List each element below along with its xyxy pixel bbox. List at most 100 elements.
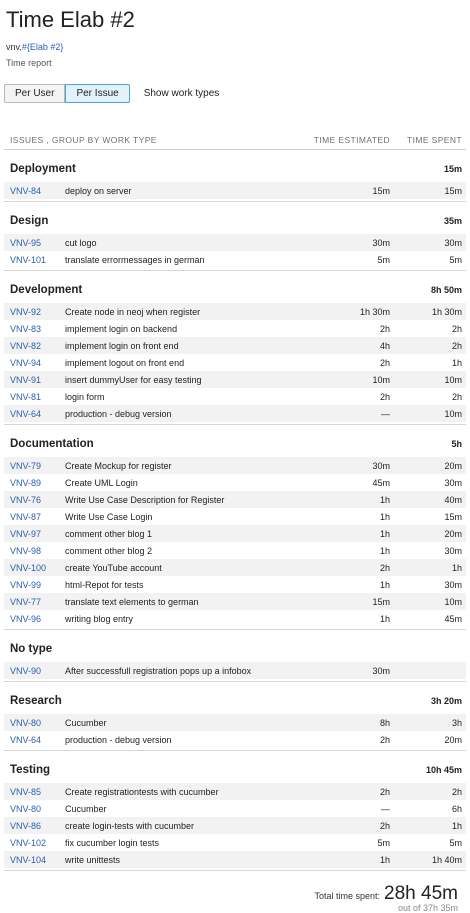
group-total: 35m [443, 215, 462, 226]
issue-key-link[interactable]: VNV-84 [10, 186, 65, 196]
issue-summary: insert dummyUser for easy testing [65, 374, 202, 385]
issue-key-link[interactable]: VNV-83 [10, 324, 65, 334]
time-spent: 10m [444, 408, 462, 419]
time-spent: 10m [444, 374, 462, 385]
time-estimated: 30m [372, 237, 390, 248]
table-row: VNV-86 create login-tests with cucumber 2h… [4, 817, 466, 834]
issue-key-link[interactable]: VNV-90 [10, 666, 65, 676]
group-header: Testing 10h 45m [4, 751, 466, 783]
time-estimated: 45m [372, 477, 390, 488]
issue-key-link[interactable]: VNV-79 [10, 461, 65, 471]
issue-key-link[interactable]: VNV-80 [10, 718, 65, 728]
work-type-group: Design 35m VNV-95 cut logo 30m 30m VNV-101 tran… [4, 202, 466, 271]
time-estimated: 1h [379, 494, 390, 505]
issue-summary: production - debug version [65, 408, 172, 419]
time-estimated: 1h [379, 545, 390, 556]
group-header: Deployment 15m [4, 150, 466, 182]
issue-key-link[interactable]: VNV-87 [10, 512, 65, 522]
time-estimated: 2h [379, 734, 390, 745]
table-row: VNV-76 Write Use Case Description for Reg… [4, 491, 466, 508]
issue-key-link[interactable]: VNV-64 [10, 735, 65, 745]
time-spent: 2h [451, 786, 462, 797]
work-type-group: Deployment 15m VNV-84 deploy on server 15m 15… [4, 150, 466, 202]
table-row: VNV-101 translate errormessages in german… [4, 251, 466, 268]
total-value: 28h 45m [384, 883, 458, 904]
issue-key-link[interactable]: VNV-101 [10, 255, 65, 265]
issue-key-link[interactable]: VNV-76 [10, 495, 65, 505]
issue-key-link[interactable]: VNV-86 [10, 821, 65, 831]
issue-summary: Write Use Case Description for Register [65, 494, 225, 505]
issue-summary: comment other blog 2 [65, 545, 153, 556]
time-estimated: 10m [372, 374, 390, 385]
per-issue-button[interactable]: Per Issue [65, 84, 130, 103]
time-estimated: 1h [379, 528, 390, 539]
issue-summary: implement login on backend [65, 323, 178, 334]
work-type-group: Research 3h 20m VNV-80 Cucumber 8h 3h VNV-64 pr… [4, 682, 466, 751]
time-spent: 30m [444, 579, 462, 590]
time-report-page: Time Elab #2 vnv,#{Elab #2} Time report … [0, 0, 470, 913]
issue-key-link[interactable]: VNV-100 [10, 563, 65, 573]
issue-key-link[interactable]: VNV-89 [10, 478, 65, 488]
issue-key-link[interactable]: VNV-99 [10, 580, 65, 590]
work-type-group: Development 8h 50m VNV-92 Create node in ne… [4, 271, 466, 425]
time-spent: 1h 30m [431, 306, 462, 317]
column-header-estimated: TIME ESTIMATED [313, 135, 390, 145]
issue-key-link[interactable]: VNV-82 [10, 341, 65, 351]
issue-summary: Create UML Login [65, 477, 138, 488]
time-estimated: 2h [379, 357, 390, 368]
group-header: Research 3h 20m [4, 682, 466, 714]
issue-key-link[interactable]: VNV-95 [10, 238, 65, 248]
issue-key-link[interactable]: VNV-80 [10, 804, 65, 814]
time-spent: 15m [444, 511, 462, 522]
table-row: VNV-89 Create UML Login 45m 30m [4, 474, 466, 491]
table-row: VNV-64 production - debug version 2h 20m [4, 731, 466, 748]
group-total: 8h 50m [430, 284, 462, 295]
group-header: No type [4, 630, 466, 662]
time-spent: 2h [451, 340, 462, 351]
per-user-button[interactable]: Per User [4, 84, 66, 103]
work-type-group: Testing 10h 45m VNV-85 Create registrationt… [4, 751, 466, 871]
issue-summary: create login-tests with cucumber [65, 820, 195, 831]
group-total: 10h 45m [425, 764, 462, 775]
issue-key-link[interactable]: VNV-94 [10, 358, 65, 368]
table-row: VNV-84 deploy on server 15m 15m [4, 182, 466, 199]
table-row: VNV-91 insert dummyUser for easy testing 1… [4, 371, 466, 388]
time-estimated: 1h [379, 579, 390, 590]
time-estimated: 1h [379, 613, 390, 624]
breadcrumb-version-link[interactable]: #{Elab #2} [22, 42, 64, 52]
issue-summary: write unittests [65, 854, 121, 865]
time-spent: 3h [451, 717, 462, 728]
issue-summary: writing blog entry [65, 613, 134, 624]
issue-key-link[interactable]: VNV-98 [10, 546, 65, 556]
issue-summary: Write Use Case Login [65, 511, 153, 522]
show-work-types-link[interactable]: Show work types [144, 88, 220, 99]
time-estimated: 1h 30m [359, 306, 390, 317]
time-spent: 1h [451, 820, 462, 831]
issue-key-link[interactable]: VNV-96 [10, 614, 65, 624]
table-row: VNV-82 implement login on front end 4h 2h [4, 337, 466, 354]
table-row: VNV-97 comment other blog 1 1h 20m [4, 525, 466, 542]
issue-key-link[interactable]: VNV-85 [10, 787, 65, 797]
time-estimated: 4h [379, 340, 390, 351]
issue-key-link[interactable]: VNV-104 [10, 855, 65, 865]
table-row: VNV-92 Create node in neoj when register 1… [4, 303, 466, 320]
time-spent: 5m [449, 254, 462, 265]
time-estimated: 2h [379, 323, 390, 334]
issue-key-link[interactable]: VNV-77 [10, 597, 65, 607]
issue-key-link[interactable]: VNV-102 [10, 838, 65, 848]
group-name: Testing [10, 763, 51, 776]
issue-key-link[interactable]: VNV-81 [10, 392, 65, 402]
table-row: VNV-99 html-Repot for tests 1h 30m [4, 576, 466, 593]
issue-key-link[interactable]: VNV-97 [10, 529, 65, 539]
issue-key-link[interactable]: VNV-64 [10, 409, 65, 419]
issue-key-link[interactable]: VNV-91 [10, 375, 65, 385]
time-estimated: — [381, 408, 390, 419]
group-rows: VNV-92 Create node in neoj when register 1… [4, 303, 466, 422]
time-spent: 30m [444, 477, 462, 488]
issue-key-link[interactable]: VNV-92 [10, 307, 65, 317]
table-row: VNV-64 production - debug version — 10m [4, 405, 466, 422]
group-header: Development 8h 50m [4, 271, 466, 303]
table-row: VNV-95 cut logo 30m 30m [4, 234, 466, 251]
time-estimated: — [381, 803, 390, 814]
work-type-group: No type VNV-90 After successfull registrat… [4, 630, 466, 682]
